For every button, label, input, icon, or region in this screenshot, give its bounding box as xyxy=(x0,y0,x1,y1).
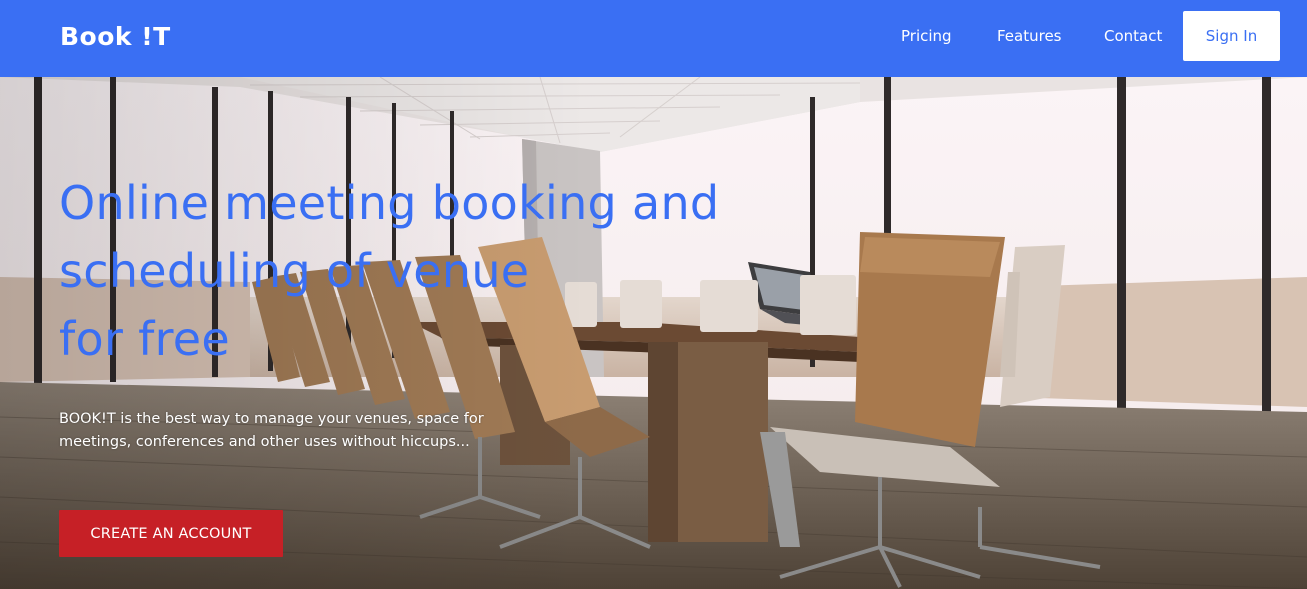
hero-title-line: scheduling of venue xyxy=(59,244,530,298)
hero-title-line: Online meeting booking and xyxy=(59,176,720,230)
nav-links: Pricing Features Contact xyxy=(0,0,1307,77)
nav-pricing-link[interactable]: Pricing xyxy=(901,27,952,45)
hero-description-line: meetings, conferences and other uses wit… xyxy=(59,434,470,450)
top-navbar: Book !T Pricing Features Contact Sign In xyxy=(0,0,1307,77)
hero-title-line: for free xyxy=(59,312,230,366)
hero-description-line: BOOK!T is the best way to manage your ve… xyxy=(59,411,484,427)
sign-in-button[interactable]: Sign In xyxy=(1183,11,1280,61)
hero-section: Online meeting booking and scheduling of… xyxy=(0,77,1307,589)
create-account-button[interactable]: CREATE AN ACCOUNT xyxy=(59,510,283,557)
nav-contact-link[interactable]: Contact xyxy=(1104,27,1162,45)
hero-description: BOOK!T is the best way to manage your ve… xyxy=(59,408,519,454)
nav-features-link[interactable]: Features xyxy=(997,27,1062,45)
hero-title: Online meeting booking and scheduling of… xyxy=(59,169,759,373)
